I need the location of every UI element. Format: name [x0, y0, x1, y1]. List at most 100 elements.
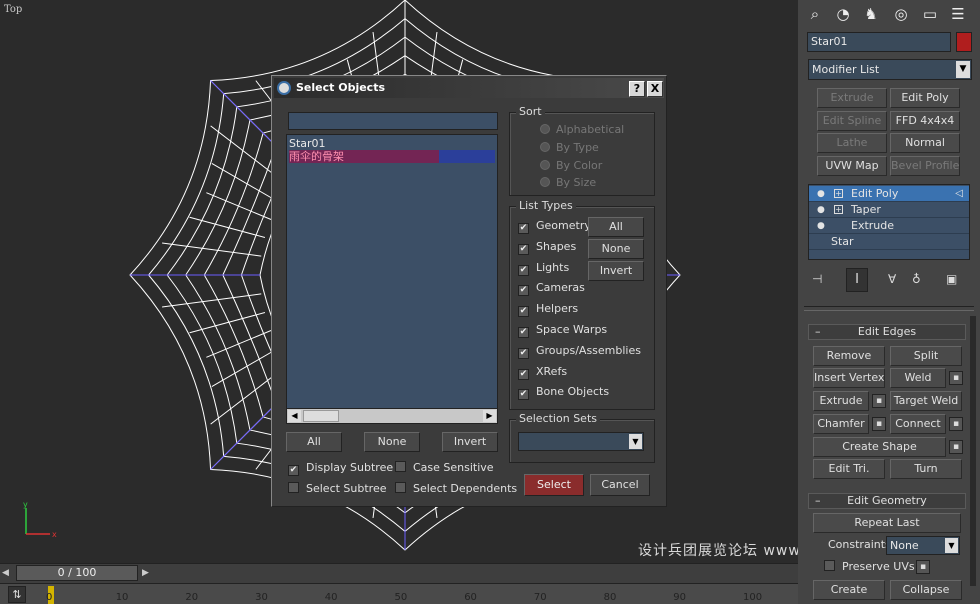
list-type-checkbox[interactable]: ✔ Space Warps [518, 323, 607, 338]
hierarchy-tab-icon[interactable]: ♞ [860, 4, 882, 24]
scroll-thumb[interactable] [303, 410, 339, 422]
types-all-button[interactable]: All [588, 217, 644, 237]
cancel-button[interactable]: Cancel [590, 474, 650, 496]
settings-icon[interactable]: ▪ [949, 440, 963, 454]
select-subtree-checkbox[interactable]: Select Subtree [288, 482, 387, 495]
expand-icon[interactable]: + [834, 189, 843, 198]
modifier-button[interactable]: FFD 4x4x4 [890, 111, 960, 131]
edit-edges-button[interactable]: Create Shape [813, 437, 946, 457]
checkbox-box[interactable] [824, 560, 835, 571]
lightbulb-icon[interactable]: ● [817, 218, 825, 234]
checkbox-box[interactable]: ✔ [518, 285, 529, 297]
checkbox-box[interactable] [288, 482, 299, 493]
checkbox-box[interactable]: ✔ [518, 389, 529, 401]
close-button[interactable]: X [647, 81, 663, 97]
stack-item-star[interactable]: Star [809, 234, 969, 250]
checkbox-box[interactable]: ✔ [518, 347, 529, 359]
horizontal-scrollbar[interactable]: ◀ ▶ [287, 408, 497, 423]
list-type-checkbox[interactable]: ✔ Bone Objects [518, 385, 609, 401]
scroll-left-icon[interactable]: ◀ [288, 410, 301, 422]
radio-dot[interactable] [540, 124, 550, 134]
edit-geometry-rollout-header[interactable]: – Edit Geometry [808, 493, 966, 509]
chevron-down-icon[interactable]: ▼ [956, 61, 970, 78]
configure-sets-icon[interactable]: ▣ [946, 272, 957, 286]
radio-dot[interactable] [540, 160, 550, 170]
checkbox-box[interactable] [395, 482, 406, 493]
edit-edges-button[interactable]: Turn [890, 459, 962, 479]
list-invert-button[interactable]: Invert [442, 432, 498, 452]
time-prev-icon[interactable]: ◀ [2, 566, 14, 580]
utilities-tab-icon[interactable]: ☰ [947, 4, 969, 24]
list-type-checkbox[interactable]: ✔ Cameras [518, 281, 585, 297]
list-type-checkbox[interactable]: ✔ Lights [518, 261, 569, 276]
checkbox-box[interactable]: ✔ [518, 264, 529, 276]
checkbox-box[interactable] [395, 461, 406, 472]
lightbulb-icon[interactable]: ● [817, 186, 825, 202]
case-sensitive-checkbox[interactable]: Case Sensitive [395, 461, 494, 474]
stack-item-edit-poly[interactable]: ● + Edit Poly ◁ [809, 186, 969, 202]
select-button[interactable]: Select [524, 474, 584, 496]
display-subtree-checkbox[interactable]: ✔ Display Subtree [288, 461, 393, 476]
make-unique-icon[interactable]: ∀ [888, 272, 896, 286]
settings-icon[interactable]: ▪ [872, 417, 886, 431]
sort-alphabetical-radio[interactable]: Alphabetical [540, 123, 624, 136]
time-slider[interactable]: ◀ 0 / 100 ▶ [0, 563, 798, 583]
object-list[interactable]: Star01 雨伞的骨架 ◀ ▶ [286, 134, 498, 424]
sort-by-size-radio[interactable]: By Size [540, 176, 596, 189]
modifier-button[interactable]: Edit Spline [817, 111, 887, 131]
chevron-down-icon[interactable]: ▼ [629, 434, 642, 449]
help-button[interactable]: ? [629, 81, 645, 97]
repeat-last-button[interactable]: Repeat Last [813, 513, 961, 533]
list-all-button[interactable]: All [286, 432, 342, 452]
motion-tab-icon[interactable]: ◎ [890, 4, 912, 24]
checkbox-box[interactable]: ✔ [288, 465, 299, 476]
checkbox-box[interactable]: ✔ [518, 368, 529, 380]
modifier-stack[interactable]: ● + Edit Poly ◁ ● + Taper ● Extrude Star [808, 184, 970, 260]
checkbox-box[interactable]: ✔ [518, 327, 529, 338]
checkbox-box[interactable]: ✔ [518, 223, 529, 234]
object-color-swatch[interactable] [956, 32, 972, 52]
modifier-button[interactable]: Normal [890, 133, 960, 153]
show-end-result-icon[interactable]: Ⅰ [846, 268, 868, 292]
list-type-checkbox[interactable]: ✔ Geometry [518, 219, 591, 234]
scroll-right-icon[interactable]: ▶ [483, 410, 496, 422]
viewport-label[interactable]: Top [4, 4, 22, 15]
modifier-list-dropdown[interactable]: Modifier List ▼ [808, 59, 972, 80]
select-dependents-checkbox[interactable]: Select Dependents [395, 482, 517, 495]
types-invert-button[interactable]: Invert [588, 261, 644, 281]
modify-tab-icon[interactable]: ◔ [832, 4, 854, 24]
edit-edges-button[interactable]: Extrude [813, 391, 869, 411]
selection-sets-dropdown[interactable]: ▼ [518, 432, 644, 451]
time-next-icon[interactable]: ▶ [142, 566, 154, 580]
key-mode-icon[interactable]: ⇅ [8, 586, 26, 603]
search-input[interactable] [288, 112, 498, 130]
lightbulb-icon[interactable]: ● [817, 202, 825, 218]
list-item[interactable]: Star01 [289, 137, 495, 150]
modifier-button[interactable]: Extrude [817, 88, 887, 108]
modifier-button[interactable]: Bevel Profile [890, 156, 960, 176]
list-none-button[interactable]: None [364, 432, 420, 452]
list-type-checkbox[interactable]: ✔ Groups/Assemblies [518, 344, 641, 359]
edit-edges-button[interactable]: Chamfer [813, 414, 869, 434]
sort-by-color-radio[interactable]: By Color [540, 159, 602, 172]
edit-edges-button[interactable]: Split [890, 346, 962, 366]
create-button[interactable]: Create [813, 580, 885, 600]
stack-item-taper[interactable]: ● + Taper [809, 202, 969, 218]
edit-edges-rollout-header[interactable]: – Edit Edges [808, 324, 966, 340]
checkbox-box[interactable]: ✔ [518, 243, 529, 255]
preserve-uvs-checkbox[interactable]: Preserve UVs [824, 560, 915, 573]
sort-by-type-radio[interactable]: By Type [540, 141, 599, 154]
constraints-dropdown[interactable]: None ▼ [886, 536, 960, 555]
settings-icon[interactable]: ▪ [949, 417, 963, 431]
edit-edges-button[interactable]: Insert Vertex [813, 368, 885, 388]
types-none-button[interactable]: None [588, 239, 644, 259]
edit-edges-button[interactable]: Target Weld [890, 391, 962, 411]
settings-icon[interactable]: ▪ [949, 371, 963, 385]
edit-edges-button[interactable]: Weld [890, 368, 946, 388]
edit-edges-button[interactable]: Edit Tri. [813, 459, 885, 479]
object-name-field[interactable]: Star01 [807, 32, 951, 52]
edit-edges-button[interactable]: Remove [813, 346, 885, 366]
dialog-titlebar[interactable]: Select Objects ? X [274, 78, 664, 98]
stack-item-extrude[interactable]: ● Extrude [809, 218, 969, 234]
radio-dot[interactable] [540, 142, 550, 152]
